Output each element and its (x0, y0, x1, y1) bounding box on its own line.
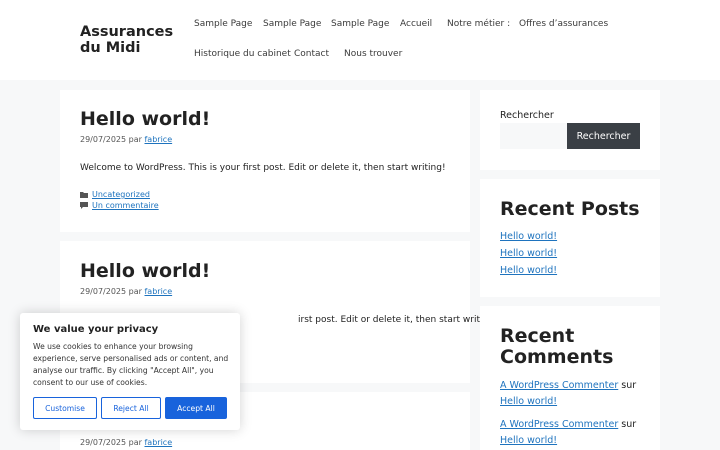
nav-item-offres[interactable]: Offres d’assurances (519, 19, 608, 29)
accept-all-button[interactable]: Accept All (165, 397, 227, 419)
reject-all-button[interactable]: Reject All (101, 397, 161, 419)
site-header: Assurances du Midi Sample Page Sample Pa… (0, 0, 720, 80)
post-date: 29/07/2025 (80, 287, 127, 296)
customise-button[interactable]: Customise (33, 397, 97, 419)
post-meta: 29/07/2025 par fabrice (80, 438, 172, 447)
nav-item-contact[interactable]: Contact (294, 49, 329, 59)
post-comments: Un commentaire (80, 201, 159, 210)
recent-comments-widget: Recent Comments A WordPress Commenter su… (480, 306, 660, 450)
post-title[interactable]: Hello world! (80, 108, 210, 130)
folder-icon (80, 192, 88, 198)
cookie-consent-banner: We value your privacy We use cookies to … (20, 313, 240, 430)
category-link[interactable]: Uncategorized (92, 190, 150, 199)
recent-comment-item: A WordPress Commenter sur (500, 419, 636, 430)
post-by: par (128, 438, 142, 447)
post-author-link[interactable]: fabrice (144, 135, 172, 144)
post-author-link[interactable]: fabrice (144, 287, 172, 296)
recent-comments-title-line2: Comments (500, 346, 614, 368)
post-author-link[interactable]: fabrice (144, 438, 172, 447)
nav-item-accueil[interactable]: Accueil (400, 19, 432, 29)
nav-item-nous-trouver[interactable]: Nous trouver (344, 49, 402, 59)
nav-item-sample-page-3[interactable]: Sample Page (331, 19, 389, 29)
post-title[interactable]: Hello world! (80, 260, 210, 282)
comment-on: sur (621, 419, 637, 430)
search-label: Rechercher (500, 110, 554, 121)
comment-author-link[interactable]: A WordPress Commenter (500, 419, 618, 430)
post-date: 29/07/2025 (80, 135, 127, 144)
recent-comment-item: A WordPress Commenter sur (500, 380, 636, 391)
nav-item-sample-page-2[interactable]: Sample Page (263, 19, 321, 29)
recent-post-link[interactable]: Hello world! (500, 265, 557, 276)
post-by: par (128, 135, 142, 144)
post-by: par (128, 287, 142, 296)
recent-post-link[interactable]: Hello world! (500, 231, 557, 242)
recent-post-link[interactable]: Hello world! (500, 248, 557, 259)
recent-comments-title-line1: Recent (500, 325, 575, 347)
post-date: 29/07/2025 (80, 438, 127, 447)
nav-item-notre-metier[interactable]: Notre métier : (447, 19, 510, 29)
comment-icon (80, 202, 88, 209)
post-card: Hello world! 29/07/2025 par fabrice Welc… (60, 90, 470, 232)
comment-on: sur (621, 380, 637, 391)
post-excerpt: irst post. Edit or delete it, then start… (298, 315, 498, 325)
nav-item-sample-page-1[interactable]: Sample Page (194, 19, 252, 29)
comments-link[interactable]: Un commentaire (92, 201, 159, 210)
recent-posts-widget: Recent Posts Hello world! Hello world! H… (480, 179, 660, 297)
cookie-text: We use cookies to enhance your browsing … (33, 342, 229, 387)
post-category: Uncategorized (80, 190, 150, 199)
search-widget: Rechercher Rechercher (480, 90, 660, 170)
search-input[interactable] (500, 123, 567, 149)
post-meta: 29/07/2025 par fabrice (80, 135, 172, 144)
recent-posts-title: Recent Posts (500, 198, 640, 220)
cookie-title: We value your privacy (33, 324, 159, 335)
site-title[interactable]: Assurances du Midi (80, 24, 190, 56)
post-meta: 29/07/2025 par fabrice (80, 287, 172, 296)
post-excerpt: Welcome to WordPress. This is your first… (80, 163, 446, 173)
comment-author-link[interactable]: A WordPress Commenter (500, 380, 618, 391)
nav-item-historique[interactable]: Historique du cabinet (194, 49, 291, 59)
comment-post-link[interactable]: Hello world! (500, 435, 557, 446)
comment-post-link[interactable]: Hello world! (500, 396, 557, 407)
search-button[interactable]: Rechercher (567, 123, 640, 149)
